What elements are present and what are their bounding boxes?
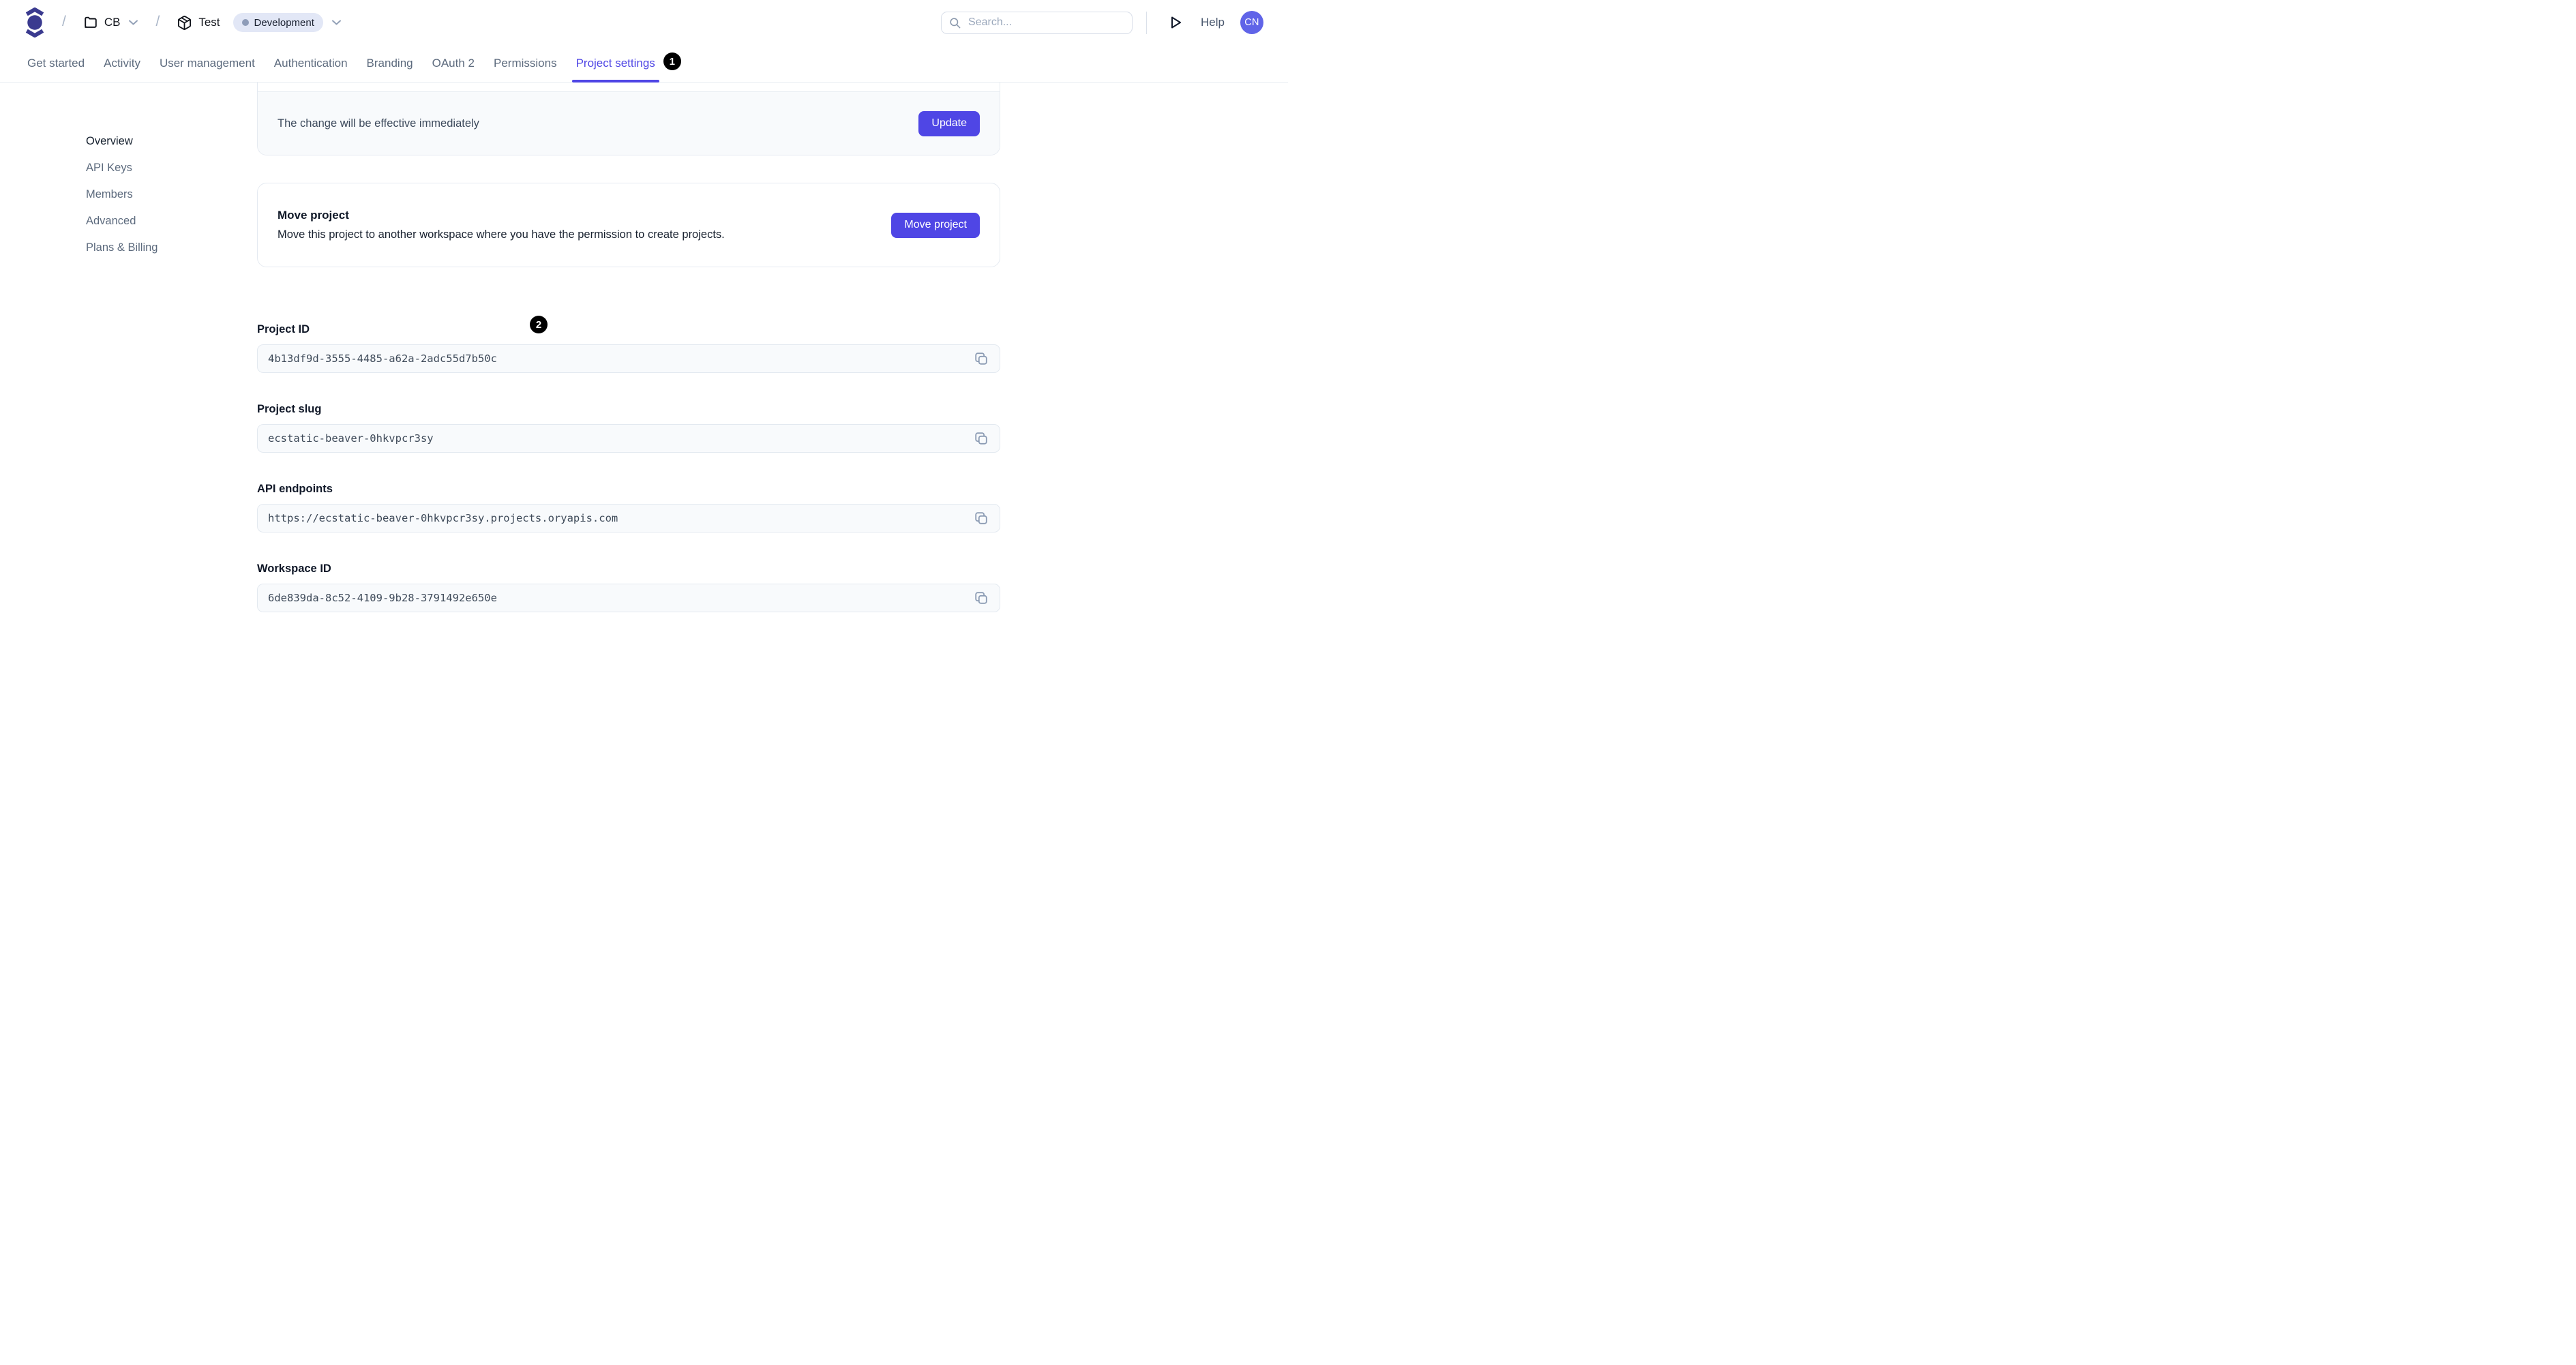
tab-permissions[interactable]: Permissions (494, 45, 557, 82)
search-box[interactable] (941, 11, 1133, 34)
move-project-button[interactable]: Move project (891, 212, 980, 238)
field-group-api-endpoints: API endpoints https://ecstatic-beaver-0h… (257, 483, 1000, 532)
copy-button[interactable] (972, 349, 991, 368)
breadcrumb-project[interactable]: Test Development (177, 13, 342, 32)
environment-label: Development (254, 16, 314, 29)
update-card-body (258, 82, 1000, 92)
tab-get-started[interactable]: Get started (27, 45, 85, 82)
annotation-marker-1: 1 (663, 52, 681, 70)
sidebar-item-members[interactable]: Members (86, 188, 257, 201)
settings-sidebar: Overview API Keys Members Advanced Plans… (0, 82, 257, 267)
package-icon (178, 15, 192, 30)
update-card-footer: The change will be effective immediately… (258, 92, 1000, 155)
search-icon (950, 17, 961, 28)
api-endpoints-field: https://ecstatic-beaver-0hkvpcr3sy.proje… (257, 504, 1000, 532)
update-message: The change will be effective immediately (278, 117, 479, 130)
project-id-fields: 2 Project ID 4b13df9d-3555-4485-a62a-2ad… (257, 316, 1000, 612)
project-id-label: Project ID (257, 323, 310, 335)
field-group-project-id: Project ID 4b13df9d-3555-4485-a62a-2adc5… (257, 323, 1000, 373)
sidebar-item-api-keys[interactable]: API Keys (86, 161, 257, 175)
content-area: Overview API Keys Members Advanced Plans… (0, 82, 1288, 642)
copy-button[interactable] (972, 429, 991, 448)
update-card: The change will be effective immediately… (257, 82, 1000, 155)
copy-button[interactable] (972, 509, 991, 528)
api-endpoints-label: API endpoints (257, 483, 333, 495)
breadcrumb-separator: / (155, 14, 160, 29)
workspace-id-field: 6de839da-8c52-4109-9b28-3791492e650e (257, 584, 1000, 612)
tab-project-settings[interactable]: Project settings 1 (571, 45, 681, 82)
breadcrumb-workspace[interactable]: CB (83, 15, 139, 30)
header: / CB / Test Development Search... Help C… (0, 0, 1288, 45)
sidebar-item-plans-billing[interactable]: Plans & Billing (86, 241, 257, 254)
tab-oauth2[interactable]: OAuth 2 (432, 45, 475, 82)
play-icon[interactable] (1169, 15, 1183, 30)
field-group-workspace-id: Workspace ID 6de839da-8c52-4109-9b28-379… (257, 562, 1000, 612)
copy-icon (975, 432, 987, 445)
field-group-project-slug: Project slug ecstatic-beaver-0hkvpcr3sy (257, 403, 1000, 453)
tab-branding[interactable]: Branding (367, 45, 413, 82)
ory-logo-icon[interactable] (25, 7, 45, 38)
annotation-marker-2: 2 (530, 316, 548, 333)
move-project-text: Move project Move this project to anothe… (278, 209, 725, 241)
project-id-field: 4b13df9d-3555-4485-a62a-2adc55d7b50c (257, 344, 1000, 373)
project-nav-tabs: Get started Activity User management Aut… (0, 45, 1288, 82)
workspace-name: CB (104, 16, 121, 29)
update-button[interactable]: Update (918, 110, 980, 136)
environment-badge[interactable]: Development (233, 13, 323, 32)
tab-user-management[interactable]: User management (160, 45, 255, 82)
project-name: Test (198, 16, 220, 29)
move-project-title: Move project (278, 209, 349, 222)
copy-button[interactable] (972, 588, 991, 608)
search-input[interactable] (967, 16, 1126, 29)
help-link[interactable]: Help (1201, 16, 1225, 29)
folder-icon (85, 16, 97, 28)
sidebar-item-advanced[interactable]: Advanced (86, 214, 257, 228)
project-id-value: 4b13df9d-3555-4485-a62a-2adc55d7b50c (268, 352, 497, 365)
project-slug-value: ecstatic-beaver-0hkvpcr3sy (268, 432, 434, 445)
workspace-id-label: Workspace ID (257, 562, 331, 575)
chevron-down-icon (129, 20, 138, 25)
sidebar-item-overview[interactable]: Overview (86, 134, 257, 148)
copy-icon (975, 592, 987, 604)
project-slug-label: Project slug (257, 403, 322, 415)
breadcrumb-separator: / (62, 14, 66, 29)
workspace-id-value: 6de839da-8c52-4109-9b28-3791492e650e (268, 592, 497, 604)
copy-icon (975, 352, 987, 365)
copy-icon (975, 512, 987, 524)
chevron-down-icon (331, 20, 341, 25)
user-avatar[interactable]: CN (1240, 11, 1263, 34)
api-endpoints-value: https://ecstatic-beaver-0hkvpcr3sy.proje… (268, 512, 618, 524)
environment-dot-icon (241, 19, 249, 26)
header-divider (1146, 11, 1148, 34)
tab-activity[interactable]: Activity (104, 45, 140, 82)
move-project-description: Move this project to another workspace w… (278, 228, 725, 241)
project-slug-field: ecstatic-beaver-0hkvpcr3sy (257, 424, 1000, 453)
ory-console-page: / CB / Test Development Search... Help C… (0, 0, 1288, 682)
tab-authentication[interactable]: Authentication (274, 45, 348, 82)
move-project-card: Move project Move this project to anothe… (257, 183, 1000, 267)
settings-main: The change will be effective immediately… (257, 82, 1000, 642)
